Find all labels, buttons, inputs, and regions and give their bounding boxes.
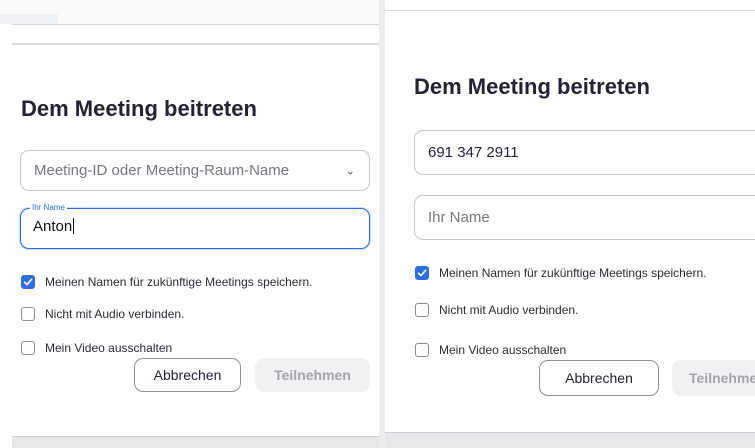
name-input-label: Ihr Name xyxy=(30,203,67,212)
join-dialog-right: Dem Meeting beitreten 691 347 2911 Ihr N… xyxy=(385,0,755,448)
checkbox-video-off[interactable] xyxy=(21,341,35,355)
option-no-audio[interactable]: Nicht mit Audio verbinden. xyxy=(21,307,184,321)
name-input-value[interactable]: Anton xyxy=(33,218,75,235)
checkbox-video-off[interactable] xyxy=(415,343,429,357)
option-label: Nicht mit Audio verbinden. xyxy=(439,303,579,317)
dialog-title: Dem Meeting beitreten xyxy=(414,74,650,99)
name-input[interactable]: Ihr Name xyxy=(414,195,755,240)
cancel-button[interactable]: Abbrechen xyxy=(134,358,241,392)
checkmark-icon xyxy=(417,269,427,277)
checkbox-no-audio[interactable] xyxy=(415,303,429,317)
checkbox-save-name[interactable] xyxy=(21,275,35,289)
chevron-down-icon[interactable]: ⌄ xyxy=(346,164,355,177)
option-label: Meinen Namen für zukünftige Meetings spe… xyxy=(439,266,707,280)
option-label: Nicht mit Audio verbinden. xyxy=(45,307,185,321)
join-dialog-left: Dem Meeting beitreten Meeting-ID oder Me… xyxy=(0,0,379,448)
option-label: Meinen Namen für zukünftige Meetings spe… xyxy=(45,275,313,289)
window-bottom-strip xyxy=(12,436,379,448)
window-bottom-strip xyxy=(385,432,755,448)
meeting-id-input[interactable]: 691 347 2911 xyxy=(414,130,755,175)
option-video-off[interactable]: Mein Video ausschalten xyxy=(21,341,172,355)
divider xyxy=(12,24,379,25)
option-save-name[interactable]: Meinen Namen für zukünftige Meetings spe… xyxy=(415,266,706,280)
name-input-placeholder: Ihr Name xyxy=(428,209,490,226)
option-label: Mein Video ausschalten xyxy=(45,341,173,355)
window-tab xyxy=(0,14,58,24)
join-button[interactable]: Teilnehmen xyxy=(672,360,755,396)
dialog-title: Dem Meeting beitreten xyxy=(21,96,257,121)
checkmark-icon xyxy=(23,278,33,286)
meeting-id-placeholder: Meeting-ID oder Meeting-Raum-Name xyxy=(34,162,290,179)
cancel-button[interactable]: Abbrechen xyxy=(539,360,659,396)
checkbox-save-name[interactable] xyxy=(415,266,429,280)
option-save-name[interactable]: Meinen Namen für zukünftige Meetings spe… xyxy=(21,275,312,289)
divider xyxy=(12,43,379,45)
option-video-off[interactable]: Mein Video ausschalten xyxy=(415,343,566,357)
option-no-audio[interactable]: Nicht mit Audio verbinden. xyxy=(415,303,578,317)
join-button[interactable]: Teilnehmen xyxy=(255,358,370,392)
window-top-strip xyxy=(0,0,379,24)
meeting-id-value: 691 347 2911 xyxy=(428,144,519,161)
option-label: Mein Video ausschalten xyxy=(439,343,567,357)
checkbox-no-audio[interactable] xyxy=(21,307,35,321)
meeting-id-dropdown[interactable]: Meeting-ID oder Meeting-Raum-Name ⌄ xyxy=(20,150,370,191)
text-caret xyxy=(73,218,75,234)
divider xyxy=(385,10,755,11)
